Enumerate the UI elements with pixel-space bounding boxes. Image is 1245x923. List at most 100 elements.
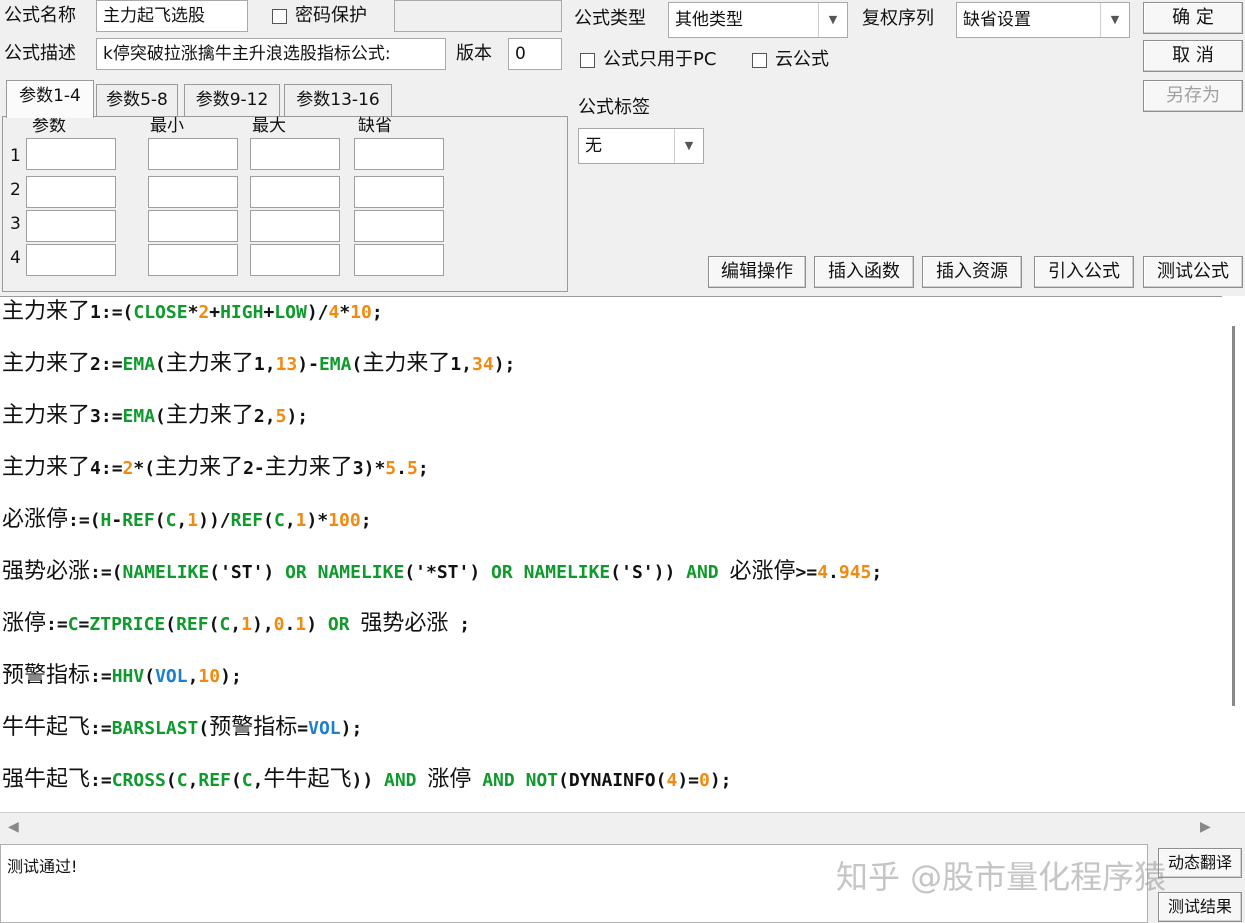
password-protect-label: 密码保护 xyxy=(295,5,367,26)
tab-params-1-4[interactable]: 参数1-4 xyxy=(6,80,94,118)
col-header-default: 缺省 xyxy=(358,116,392,136)
code-token: ); xyxy=(220,666,242,687)
horizontal-scrollbar[interactable]: ◀ ▶ xyxy=(0,812,1245,843)
code-token: HIGH xyxy=(220,302,264,323)
tab-params-9-12[interactable]: 参数9-12 xyxy=(184,84,280,116)
param-cell-r1-c4[interactable] xyxy=(354,138,444,170)
code-token: 2- xyxy=(243,458,265,479)
code-token: 1, xyxy=(253,354,276,375)
variable-name: 主力来了 xyxy=(2,351,91,376)
code-token: CLOSE xyxy=(133,302,188,323)
code-line: 涨停:=C=ZTPRICE(REF(C,1),0.1) OR 强势必涨 ; xyxy=(2,609,470,640)
code-token: := xyxy=(90,666,112,687)
code-token: OR xyxy=(491,562,513,583)
param-cell-r1-c1[interactable] xyxy=(26,138,116,170)
pc-only-checkbox[interactable]: 公式只用于PC xyxy=(580,46,716,74)
cloud-formula-checkbox[interactable]: 云公式 xyxy=(752,46,829,74)
insert-function-button[interactable]: 插入函数 xyxy=(814,256,914,288)
code-token: 34 xyxy=(472,354,494,375)
password-protect-checkbox[interactable]: 密码保护 xyxy=(272,2,367,30)
code-token: >= xyxy=(795,562,818,583)
code-token: ( xyxy=(155,406,166,427)
param-cell-r4-c4[interactable] xyxy=(354,244,444,276)
code-token: 2 xyxy=(122,458,134,479)
tab-params-5-8[interactable]: 参数5-8 xyxy=(96,84,178,116)
code-token: ))/ xyxy=(198,510,231,531)
password-field[interactable] xyxy=(394,0,562,32)
insert-resource-button[interactable]: 插入资源 xyxy=(922,256,1022,288)
variable-name: 主力来了 xyxy=(155,455,244,480)
code-token: NAMELIKE xyxy=(317,562,405,583)
code-token: OR xyxy=(285,562,307,583)
code-token: 5 xyxy=(275,406,287,427)
code-token: VOL xyxy=(308,718,341,739)
import-formula-button[interactable]: 引入公式 xyxy=(1034,256,1134,288)
code-token: ('ST') xyxy=(209,562,286,583)
param-cell-r3-c3[interactable] xyxy=(250,210,340,242)
code-token: ) xyxy=(306,614,328,635)
code-token: C xyxy=(273,510,285,531)
code-token: 100 xyxy=(328,510,361,531)
code-line: 强势必涨:=(NAMELIKE('ST') OR NAMELIKE('*ST')… xyxy=(2,557,882,588)
tab-params-13-16[interactable]: 参数13-16 xyxy=(284,84,392,116)
row-label-2: 2 xyxy=(10,180,21,200)
param-cell-r2-c3[interactable] xyxy=(250,176,340,208)
code-token: 4 xyxy=(328,302,340,323)
param-cell-r2-c2[interactable] xyxy=(148,176,238,208)
code-token: NAMELIKE xyxy=(122,562,210,583)
param-cell-r4-c2[interactable] xyxy=(148,244,238,276)
chevron-down-icon: ▼ xyxy=(818,3,847,37)
param-cell-r3-c1[interactable] xyxy=(26,210,116,242)
code-token: 5 xyxy=(406,458,418,479)
vertical-scrollbar[interactable] xyxy=(1222,296,1245,812)
code-line: 主力来了3:=EMA(主力来了2,5); xyxy=(2,401,308,432)
formula-name-input[interactable]: 主力起飞选股 xyxy=(96,0,248,32)
row-label-4: 4 xyxy=(10,248,21,268)
code-token: ); xyxy=(286,406,309,427)
edit-ops-button[interactable]: 编辑操作 xyxy=(708,256,806,288)
param-cell-r2-c4[interactable] xyxy=(354,176,444,208)
scroll-left-icon[interactable]: ◀ xyxy=(8,819,19,835)
code-token: 1:=( xyxy=(90,302,134,323)
dynamic-translate-button[interactable]: 动态翻译 xyxy=(1158,848,1242,878)
scroll-right-icon[interactable]: ▶ xyxy=(1200,819,1211,835)
code-token: *( xyxy=(133,458,156,479)
test-result-button[interactable]: 测试结果 xyxy=(1158,892,1242,922)
code-token: 10 xyxy=(350,302,372,323)
restore-seq-select[interactable]: 缺省设置 ▼ xyxy=(956,2,1130,38)
formula-type-select[interactable]: 其他类型 ▼ xyxy=(668,2,848,38)
code-token: AND xyxy=(384,770,417,791)
param-cell-r2-c1[interactable] xyxy=(26,176,116,208)
code-token: VOL xyxy=(155,666,188,687)
scrollbar-thumb[interactable] xyxy=(1232,326,1235,706)
code-token: C xyxy=(67,614,79,635)
formula-type-value: 其他类型 xyxy=(675,10,743,30)
code-token: 3:= xyxy=(90,406,123,427)
code-token: 2, xyxy=(253,406,276,427)
param-cell-r3-c4[interactable] xyxy=(354,210,444,242)
test-formula-button[interactable]: 测试公式 xyxy=(1143,256,1243,288)
code-token: 4 xyxy=(666,770,678,791)
restore-seq-value: 缺省设置 xyxy=(963,10,1031,30)
param-cell-r1-c2[interactable] xyxy=(148,138,238,170)
code-editor[interactable]: 主力来了1:=(CLOSE*2+HIGH+LOW)/4*10; 主力来了2:=EM… xyxy=(0,296,1222,813)
version-input[interactable]: 0 xyxy=(508,38,562,70)
code-token: ( xyxy=(144,666,156,687)
variable-name: 主力来了 xyxy=(165,351,254,376)
formula-desc-input[interactable]: k停突破拉涨擒牛主升浪选股指标公式: xyxy=(96,38,446,70)
code-token: - xyxy=(111,510,123,531)
ok-button[interactable]: 确 定 xyxy=(1143,2,1243,34)
chevron-down-icon: ▼ xyxy=(674,129,703,163)
code-token: EMA xyxy=(318,354,352,375)
param-cell-r4-c1[interactable] xyxy=(26,244,116,276)
row-label-3: 3 xyxy=(10,214,21,234)
col-header-min: 最小 xyxy=(150,116,184,136)
code-token: HHV xyxy=(111,666,145,687)
cancel-button[interactable]: 取 消 xyxy=(1143,40,1243,72)
param-cell-r4-c3[interactable] xyxy=(250,244,340,276)
param-cell-r3-c2[interactable] xyxy=(148,210,238,242)
param-cell-r1-c3[interactable] xyxy=(250,138,340,170)
save-as-button[interactable]: 另存为 xyxy=(1143,80,1243,112)
formula-tag-select[interactable]: 无 ▼ xyxy=(578,128,704,164)
formula-desc-label: 公式描述 xyxy=(4,43,76,64)
